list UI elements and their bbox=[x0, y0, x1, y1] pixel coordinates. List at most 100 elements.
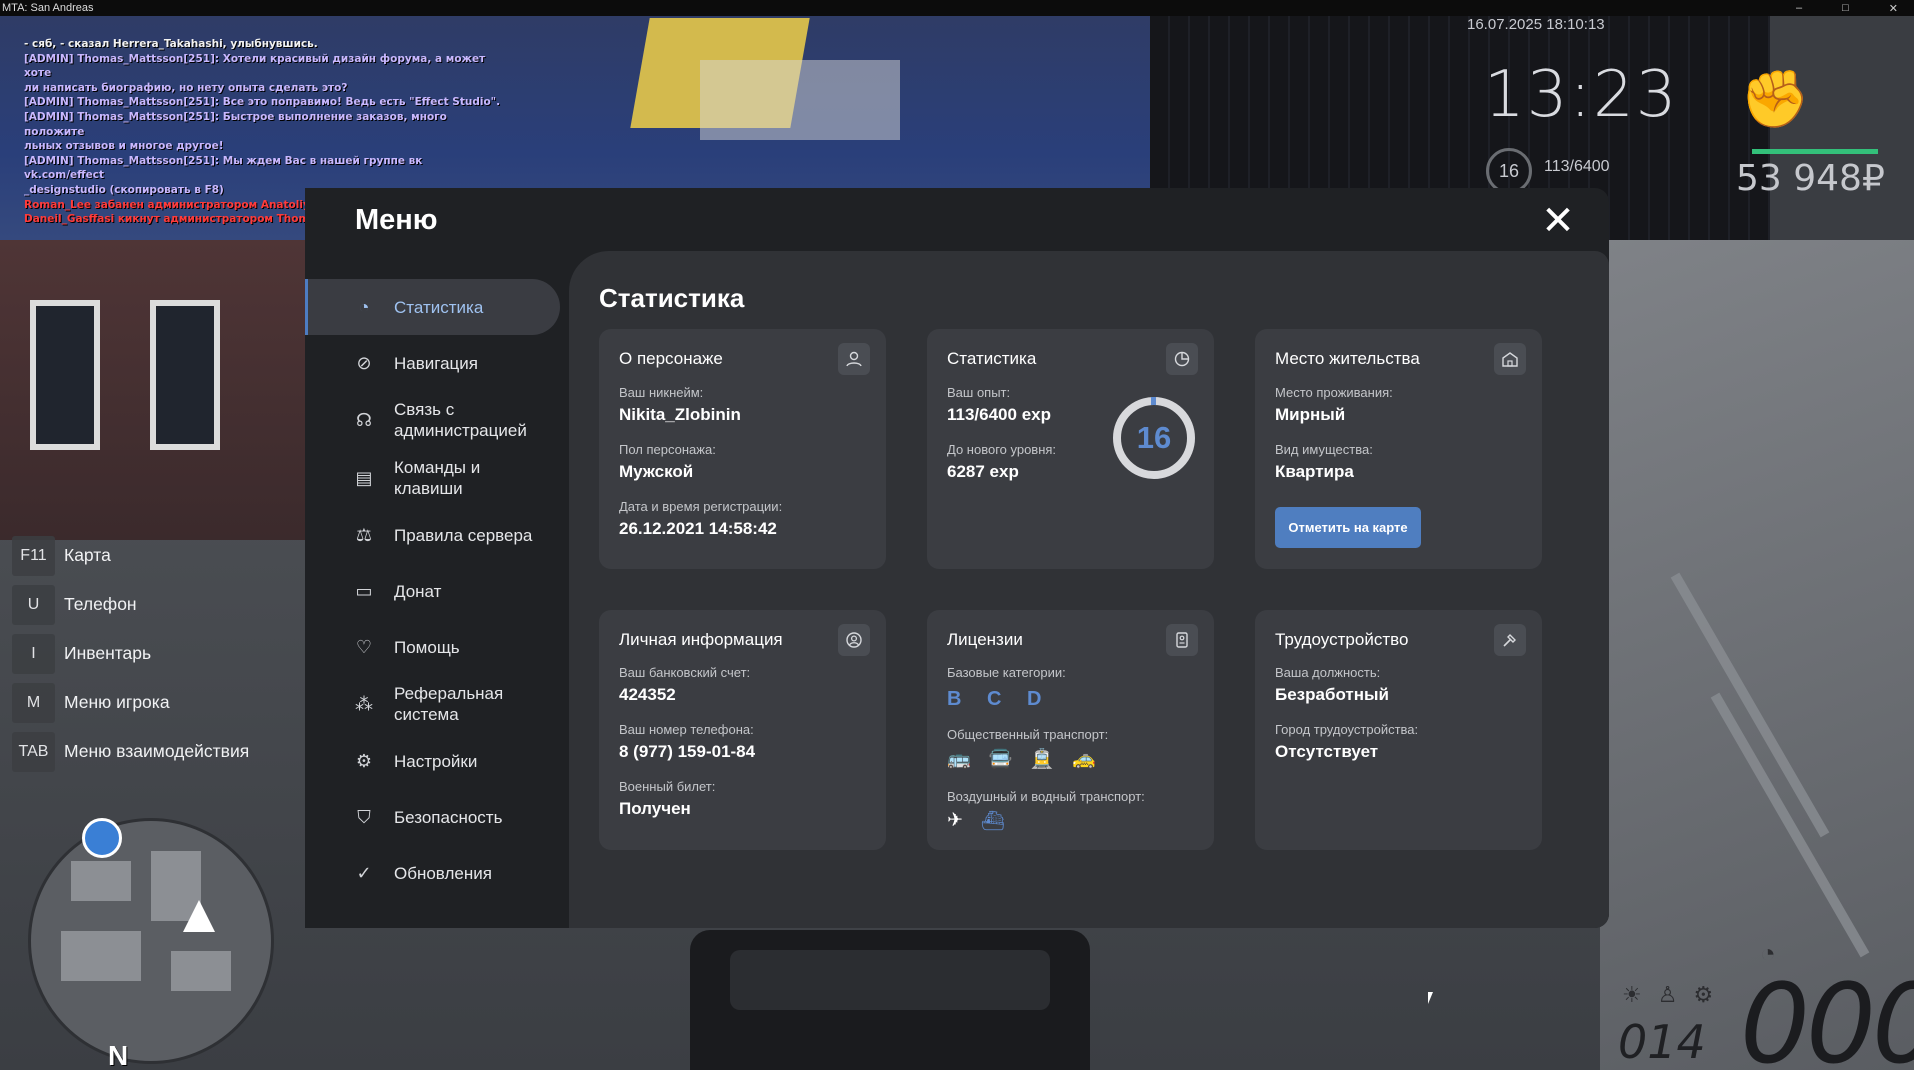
gender-value: Мужской bbox=[619, 462, 694, 481]
close-menu-button[interactable]: ✕ bbox=[1541, 201, 1575, 241]
hud-clock: 13:23 bbox=[1484, 58, 1679, 132]
position-value: Безработный bbox=[1275, 685, 1389, 704]
nav-label: Безопасность bbox=[394, 807, 503, 827]
bus-icon: 🚌 bbox=[947, 749, 971, 770]
military-value: Получен bbox=[619, 799, 691, 818]
field-label: Воздушный и водный транспорт: bbox=[947, 789, 1145, 804]
field-label: Ваш банковский счет: bbox=[619, 665, 751, 680]
hotkey-item[interactable]: U Телефон bbox=[12, 580, 249, 629]
chat-line: [ADMIN] Thomas_Mattsson[251]: Все это по… bbox=[24, 96, 501, 109]
chat-line: ли написать биографию, но нету опыта сде… bbox=[24, 81, 348, 94]
field-label: Город трудоустройства: bbox=[1275, 722, 1419, 737]
card-title: Лицензии bbox=[947, 630, 1023, 649]
content-title: Статистика bbox=[599, 283, 745, 313]
nav-item-settings[interactable]: ⚙ Настройки bbox=[305, 733, 560, 789]
card-title: О персонаже bbox=[619, 349, 723, 368]
scales-icon: ⚖ bbox=[355, 524, 373, 545]
hotkey-item[interactable]: I Инвентарь bbox=[12, 629, 249, 678]
nav-label: Навигация bbox=[394, 353, 478, 373]
field-label: Ваша должность: bbox=[1275, 665, 1381, 680]
nav-item-commands[interactable]: ▤ Команды и клавиши bbox=[305, 449, 560, 507]
nav-label: Правила сервера bbox=[394, 525, 533, 545]
window-controls: – □ ✕ bbox=[1796, 2, 1914, 15]
registration-value: 26.12.2021 14:58:42 bbox=[619, 519, 777, 538]
user-icon bbox=[838, 343, 870, 375]
minimize-button[interactable]: – bbox=[1796, 2, 1802, 15]
health-bar bbox=[1752, 149, 1878, 154]
work-city-value: Отсутствует bbox=[1275, 742, 1379, 761]
mark-on-map-button[interactable]: Отметить на карте bbox=[1275, 507, 1421, 548]
window-close-button[interactable]: ✕ bbox=[1889, 2, 1898, 15]
phone-value: 8 (977) 159-01-84 bbox=[619, 742, 756, 761]
chat-line: льных отзывов и многое другое! bbox=[24, 140, 224, 153]
plane-icon: ✈ bbox=[947, 810, 963, 831]
nav-item-stats[interactable]: ◔ Статистика bbox=[305, 279, 560, 335]
minimap-player-marker-icon bbox=[82, 818, 122, 858]
field-label: Военный билет: bbox=[619, 779, 716, 794]
hammer-icon bbox=[1494, 624, 1526, 656]
hotkey-label: Карта bbox=[64, 545, 111, 565]
hotkey-item[interactable]: M Меню игрока bbox=[12, 678, 249, 727]
hud-speed: 000 bbox=[1740, 960, 1914, 1070]
chat-line: [ADMIN] Thomas_Mattsson[251]: Хотели кра… bbox=[24, 52, 486, 80]
menu-nav: ◔ Статистика ⊘ Навигация ☊ Связь с администра… bbox=[305, 279, 560, 901]
hotkey-item[interactable]: TAB Меню взаимодействия bbox=[12, 727, 249, 776]
bank-account-value: 424352 bbox=[619, 685, 676, 704]
user-circle-icon bbox=[838, 624, 870, 656]
field-label: Ваш никнейм: bbox=[619, 385, 704, 400]
nav-item-help[interactable]: ♡ Помощь bbox=[305, 619, 560, 675]
tram-icon: 🚊 bbox=[1030, 749, 1055, 770]
field-label: Базовые категории: bbox=[947, 665, 1066, 680]
card-title: Статистика bbox=[947, 349, 1037, 368]
card-title: Место жительства bbox=[1275, 349, 1420, 368]
sidewalk-right bbox=[1600, 240, 1914, 1070]
nav-label: Реферальная система bbox=[394, 684, 504, 724]
hotkey-key: TAB bbox=[12, 731, 55, 772]
level-ring: 16 bbox=[1113, 397, 1195, 479]
next-level-value: 6287 exp bbox=[947, 462, 1019, 481]
card-title: Личная информация bbox=[619, 630, 783, 649]
fist-weapon-icon: ✊ bbox=[1740, 67, 1810, 130]
minimap[interactable] bbox=[28, 818, 274, 1064]
nav-label: Статистика bbox=[394, 297, 484, 317]
nav-item-rules[interactable]: ⚖ Правила сервера bbox=[305, 507, 560, 563]
minimap-arrow-icon bbox=[183, 900, 215, 932]
hud-exp: 113/6400 bbox=[1544, 158, 1610, 175]
nav-item-updates[interactable]: ✓ Обновления bbox=[305, 845, 560, 901]
field-label: До нового уровня: bbox=[947, 442, 1057, 457]
nav-item-contact[interactable]: ☊ Связь с администрацией bbox=[305, 391, 560, 449]
card-stats: Статистика Ваш опыт: 113/6400 exp До нов… bbox=[927, 329, 1214, 569]
seatbelt-icon: ♙ bbox=[1657, 982, 1694, 1007]
hotkey-label: Телефон bbox=[64, 594, 137, 614]
hotkey-item[interactable]: F11 Карта bbox=[12, 531, 249, 580]
nav-label: Настройки bbox=[394, 751, 478, 771]
nav-label: Донат bbox=[394, 581, 442, 601]
maximize-button[interactable]: □ bbox=[1842, 2, 1849, 15]
wallet-icon: ▭ bbox=[355, 580, 373, 601]
mouse-cursor-icon bbox=[1428, 992, 1433, 1004]
field-label: Общественный транспорт: bbox=[947, 727, 1109, 742]
refresh-check-icon: ✓ bbox=[356, 862, 372, 883]
window-title: MTA: San Andreas bbox=[2, 2, 94, 14]
nav-item-security[interactable]: ⛉ Безопасность bbox=[305, 789, 560, 845]
license-categories: B C D bbox=[947, 688, 1052, 710]
chat-line: [ADMIN] Thomas_Mattsson[251]: Быстрое вы… bbox=[24, 110, 447, 138]
field-label: Вид имущества: bbox=[1275, 442, 1373, 457]
field-label: Место проживания: bbox=[1275, 385, 1393, 400]
hud-money: 53 948₽ bbox=[1736, 158, 1885, 199]
window-titlebar: MTA: San Andreas – □ ✕ bbox=[0, 0, 1914, 16]
chat-line: - сяб, - сказал Herrera_Takahashi, улыбн… bbox=[24, 38, 318, 50]
engine-icon: ⚙ bbox=[1693, 982, 1730, 1007]
shop-sign-panel bbox=[700, 60, 900, 140]
nav-item-navigation[interactable]: ⊘ Навигация bbox=[305, 335, 560, 391]
field-label: Дата и время регистрации: bbox=[619, 499, 783, 514]
bus-front-icon: 🚍 bbox=[988, 749, 1013, 770]
hotkey-key: I bbox=[12, 633, 55, 674]
shop-window bbox=[30, 300, 100, 450]
field-label: Пол персонажа: bbox=[619, 442, 716, 457]
nav-item-donate[interactable]: ▭ Донат bbox=[305, 563, 560, 619]
nav-item-referral[interactable]: ⁂ Реферальная система bbox=[305, 675, 560, 733]
hud-fuel: 014 bbox=[1618, 1015, 1706, 1069]
public-transport-icons: 🚌 🚍 🚊 🚕 bbox=[947, 747, 1096, 771]
nav-label: Помощь bbox=[394, 637, 460, 657]
